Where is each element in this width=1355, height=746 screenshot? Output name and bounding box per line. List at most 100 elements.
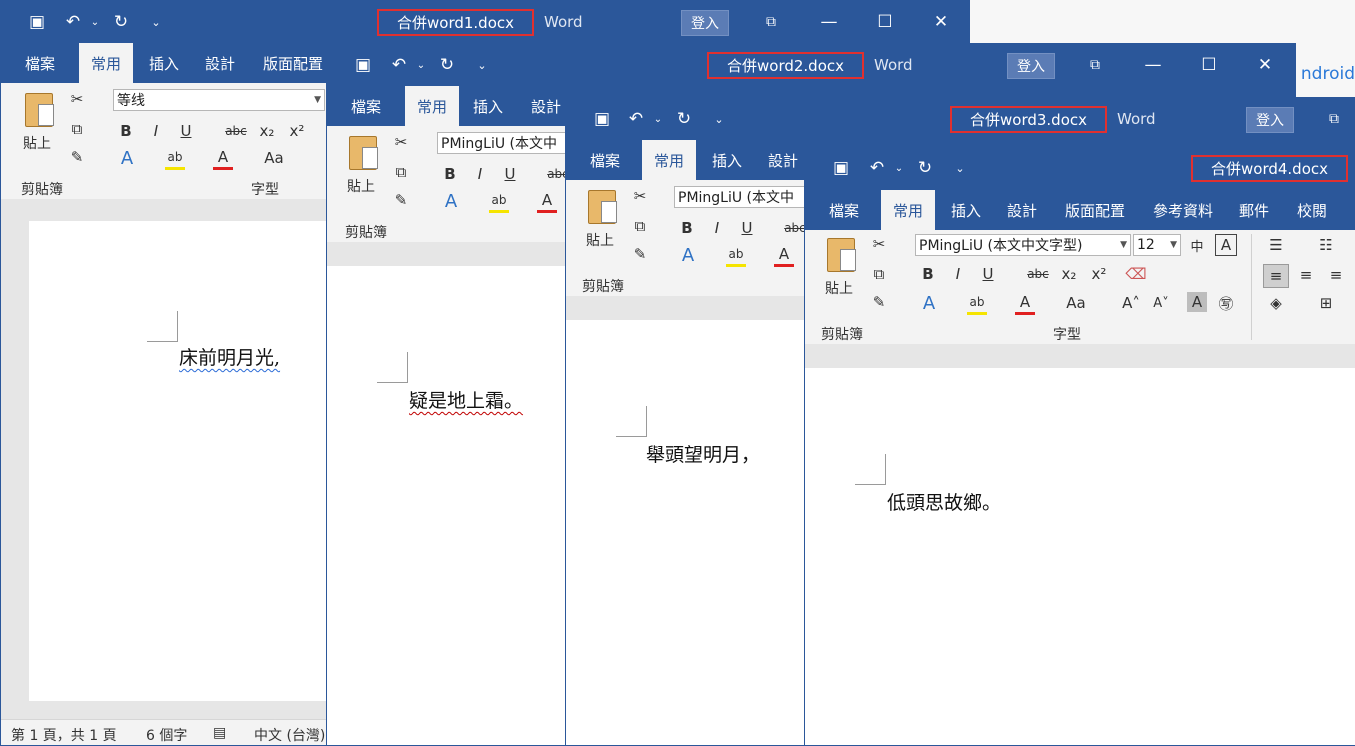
bullets-icon[interactable]: ☰	[1265, 234, 1287, 256]
customize-qat-icon[interactable]: ⌄	[953, 146, 967, 190]
change-case-button[interactable]: Aa	[263, 147, 285, 169]
grow-font-icon[interactable]: A˄	[1121, 292, 1141, 314]
document-page[interactable]: 疑是地上霜。	[327, 266, 567, 745]
tab-design[interactable]: 設計	[193, 43, 247, 83]
save-icon[interactable]: ▣	[351, 44, 375, 86]
font-color-icon[interactable]: A	[213, 147, 233, 170]
undo-dropdown-icon[interactable]: ⌄	[415, 44, 427, 86]
maximize-icon[interactable]: ☐	[875, 1, 895, 43]
cut-icon[interactable]: ✂	[391, 132, 411, 152]
underline-button[interactable]: U	[738, 218, 756, 238]
shading-icon[interactable]: ◈	[1265, 292, 1287, 314]
copy-icon[interactable]: ⧉	[391, 162, 411, 182]
android-link[interactable]: ndroid	[1301, 64, 1355, 84]
tab-layout[interactable]: 版面配置	[251, 43, 335, 83]
strikethrough-button[interactable]: abc	[1025, 264, 1051, 284]
paste-icon[interactable]	[25, 93, 54, 127]
tab-file[interactable]: 檔案	[817, 190, 871, 230]
font-name-box[interactable]: PMingLiU (本文中	[674, 186, 814, 208]
tab-design[interactable]: 設計	[995, 190, 1049, 230]
ribbon-display-icon[interactable]: ⧉	[761, 1, 781, 43]
minimize-icon[interactable]: —	[1143, 44, 1163, 86]
superscript-button[interactable]: x²	[1089, 264, 1109, 284]
paste-label[interactable]: 貼上	[586, 230, 614, 250]
close-icon[interactable]: ✕	[1255, 44, 1275, 86]
font-name-box[interactable]: PMingLiU (本文中文字型) ▼	[915, 234, 1131, 256]
customize-qat-icon[interactable]: ⌄	[475, 44, 489, 86]
char-shading-icon[interactable]: A	[1187, 292, 1207, 312]
underline-button[interactable]: U	[979, 264, 997, 284]
paste-label[interactable]: 貼上	[825, 278, 853, 298]
format-painter-icon[interactable]: ✎	[67, 147, 87, 167]
tab-home[interactable]: 常用	[642, 140, 697, 180]
bold-button[interactable]: B	[919, 264, 937, 284]
undo-icon[interactable]: ↶	[61, 1, 85, 43]
undo-icon[interactable]: ↶	[387, 44, 411, 86]
ribbon-display-icon[interactable]: ⧉	[1085, 44, 1105, 86]
tab-layout[interactable]: 版面配置	[1053, 190, 1137, 230]
tab-references[interactable]: 參考資料	[1141, 190, 1225, 230]
paste-icon[interactable]	[827, 238, 856, 272]
italic-button[interactable]: I	[949, 264, 967, 284]
format-painter-icon[interactable]: ✎	[630, 244, 650, 264]
underline-button[interactable]: U	[501, 164, 519, 184]
paste-label[interactable]: 貼上	[23, 133, 51, 153]
font-color-icon[interactable]: A	[774, 244, 794, 267]
cut-icon[interactable]: ✂	[869, 234, 889, 254]
document-page[interactable]: 舉頭望明月，	[566, 320, 806, 745]
proofing-icon[interactable]: ▤	[213, 725, 226, 741]
shrink-font-icon[interactable]: A˅	[1151, 292, 1171, 314]
save-icon[interactable]: ▣	[25, 1, 49, 43]
align-center-icon[interactable]: ≡	[1295, 264, 1317, 286]
tab-home[interactable]: 常用	[405, 86, 460, 126]
tab-file[interactable]: 檔案	[339, 86, 393, 126]
highlight-icon[interactable]: ab	[165, 147, 185, 170]
borders-icon[interactable]: ⊞	[1315, 292, 1337, 314]
highlight-icon[interactable]: ab	[967, 292, 987, 315]
document-page[interactable]: 低頭思故鄉。	[805, 368, 1355, 745]
undo-icon[interactable]: ↶	[865, 146, 889, 190]
superscript-button[interactable]: x²	[287, 121, 307, 141]
clear-formatting-icon[interactable]: ⌫	[1125, 264, 1147, 284]
format-painter-icon[interactable]: ✎	[869, 292, 889, 312]
redo-icon[interactable]: ↻	[435, 44, 459, 86]
tab-insert[interactable]: 插入	[939, 190, 993, 230]
copy-icon[interactable]: ⧉	[869, 264, 889, 284]
align-right-icon[interactable]: ≡	[1325, 264, 1347, 286]
tab-design[interactable]: 設計	[756, 140, 810, 180]
font-color-icon[interactable]: A	[1015, 292, 1035, 315]
save-icon[interactable]: ▣	[590, 98, 614, 140]
bold-button[interactable]: B	[441, 164, 459, 184]
tab-file[interactable]: 檔案	[13, 43, 67, 83]
italic-button[interactable]: I	[147, 121, 165, 141]
customize-qat-icon[interactable]: ⌄	[149, 1, 163, 43]
subscript-button[interactable]: x₂	[1059, 264, 1079, 284]
italic-button[interactable]: I	[708, 218, 726, 238]
enclose-char-icon[interactable]: ㊢	[1215, 292, 1237, 314]
change-case-button[interactable]: Aa	[1065, 292, 1087, 314]
text-effect-icon[interactable]: A	[441, 190, 461, 212]
ribbon-display-icon[interactable]: ⧉	[1324, 98, 1344, 140]
undo-dropdown-icon[interactable]: ⌄	[89, 1, 101, 43]
close-icon[interactable]: ✕	[931, 1, 951, 43]
underline-button[interactable]: U	[177, 121, 195, 141]
redo-icon[interactable]: ↻	[913, 146, 937, 190]
poem-line[interactable]: 低頭思故鄉。	[887, 488, 1001, 515]
paste-icon[interactable]	[588, 190, 617, 224]
format-painter-icon[interactable]: ✎	[391, 190, 411, 210]
phonetic-guide-icon[interactable]: 中	[1185, 234, 1209, 256]
text-effect-icon[interactable]: A	[117, 147, 137, 169]
tab-insert[interactable]: 插入	[461, 86, 515, 126]
undo-dropdown-icon[interactable]: ⌄	[652, 98, 664, 140]
minimize-icon[interactable]: —	[819, 1, 839, 43]
tab-mailings[interactable]: 郵件	[1227, 190, 1281, 230]
tab-insert[interactable]: 插入	[700, 140, 754, 180]
bold-button[interactable]: B	[678, 218, 696, 238]
strikethrough-button[interactable]: abc	[223, 121, 249, 141]
document-page[interactable]: 床前明月光,	[29, 221, 329, 701]
redo-icon[interactable]: ↻	[672, 98, 696, 140]
font-color-icon[interactable]: A	[537, 190, 557, 213]
highlight-icon[interactable]: ab	[726, 244, 746, 267]
tab-insert[interactable]: 插入	[137, 43, 191, 83]
paste-icon[interactable]	[349, 136, 378, 170]
